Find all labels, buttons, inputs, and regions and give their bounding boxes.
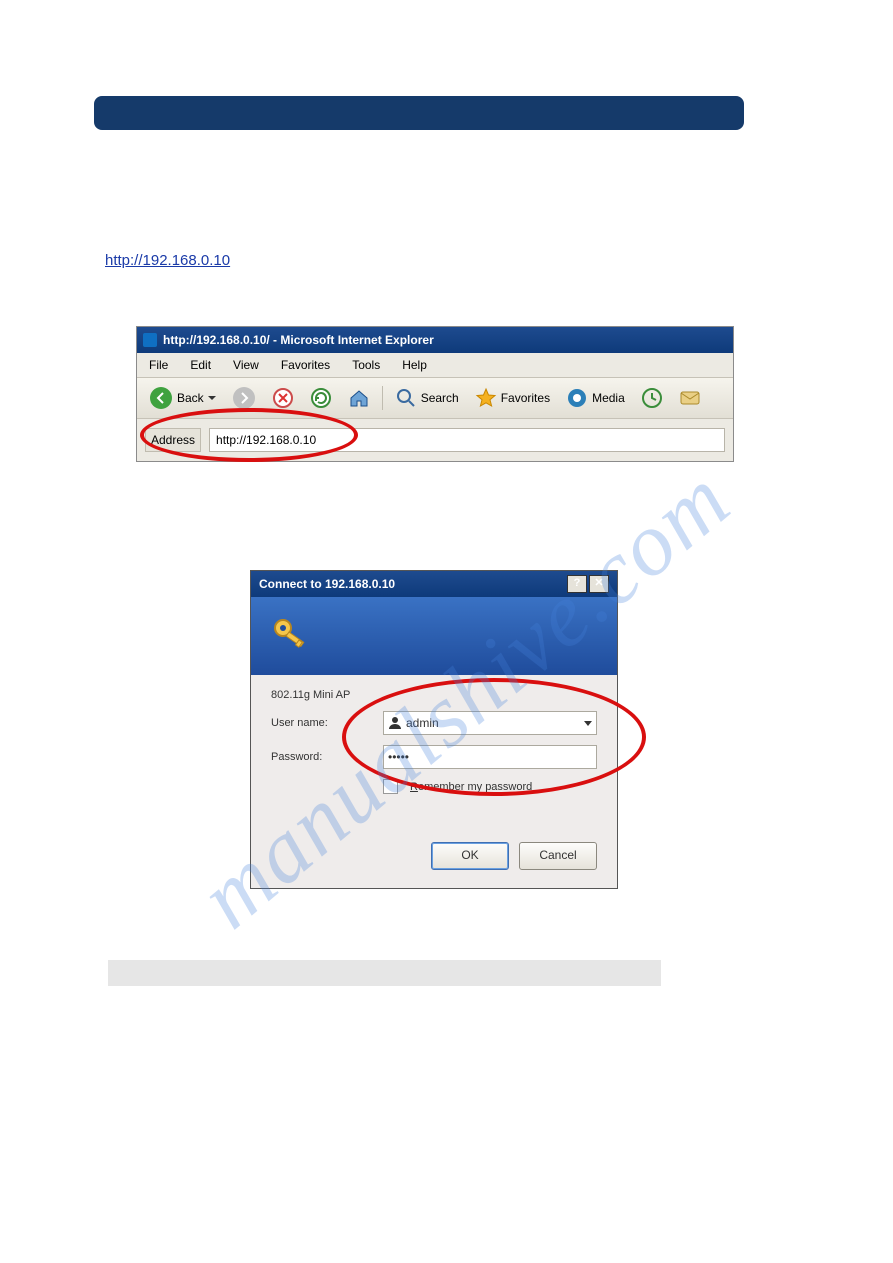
search-label: Search <box>421 391 459 405</box>
address-bar: Address http://192.168.0.10 <box>137 419 733 461</box>
url-link[interactable]: http://192.168.0.10 <box>105 252 230 269</box>
media-button[interactable]: Media <box>562 385 629 411</box>
favorites-button[interactable]: Favorites <box>471 385 554 411</box>
menu-file[interactable]: File <box>149 358 168 372</box>
username-field[interactable]: admin <box>383 711 597 735</box>
keys-icon <box>269 614 313 658</box>
note-box <box>108 960 661 986</box>
username-label: User name: <box>271 717 375 729</box>
browser-title-text: http://192.168.0.10/ - Microsoft Interne… <box>163 333 434 347</box>
remember-checkbox[interactable] <box>383 779 398 794</box>
auth-dialog: Connect to 192.168.0.10 ? ✕ 802.11g Mini… <box>250 570 618 889</box>
search-button[interactable]: Search <box>391 385 463 411</box>
browser-titlebar: http://192.168.0.10/ - Microsoft Interne… <box>137 327 733 353</box>
dialog-titlebar: Connect to 192.168.0.10 ? ✕ <box>251 571 617 597</box>
stop-button[interactable] <box>268 385 298 411</box>
address-label: Address <box>145 428 201 452</box>
dialog-banner <box>251 597 617 675</box>
media-label: Media <box>592 391 625 405</box>
menu-help[interactable]: Help <box>402 358 427 372</box>
close-icon[interactable]: ✕ <box>589 575 609 593</box>
body-paragraph: http://192.168.0.10 <box>105 160 735 273</box>
password-field[interactable]: ••••• <box>383 745 597 769</box>
chevron-down-icon[interactable] <box>584 721 592 726</box>
forward-button[interactable] <box>228 384 260 412</box>
browser-window: http://192.168.0.10/ - Microsoft Interne… <box>136 326 734 462</box>
help-button[interactable]: ? <box>567 575 587 593</box>
mail-button[interactable] <box>675 385 705 411</box>
refresh-button[interactable] <box>306 385 336 411</box>
menu-edit[interactable]: Edit <box>190 358 211 372</box>
menu-view[interactable]: View <box>233 358 259 372</box>
back-button[interactable]: Back <box>145 384 220 412</box>
browser-toolbar: Back Search Favorites <box>137 378 733 419</box>
section-heading-bar <box>94 96 744 130</box>
browser-menu-bar[interactable]: File Edit View Favorites Tools Help <box>137 353 733 378</box>
menu-favorites[interactable]: Favorites <box>281 358 330 372</box>
password-value: ••••• <box>388 750 409 764</box>
username-value: admin <box>406 716 439 730</box>
dialog-body: 802.11g Mini AP User name: admin Passwor… <box>251 675 617 884</box>
password-label: Password: <box>271 751 375 763</box>
cancel-button[interactable]: Cancel <box>519 842 597 870</box>
history-button[interactable] <box>637 385 667 411</box>
ok-button[interactable]: OK <box>431 842 509 870</box>
document-page: http://192.168.0.10 http://192.168.0.10/… <box>0 0 893 1263</box>
home-button[interactable] <box>344 385 374 411</box>
favorites-label: Favorites <box>501 391 550 405</box>
realm-label: 802.11g Mini AP <box>271 689 597 701</box>
address-input[interactable]: http://192.168.0.10 <box>209 428 725 452</box>
menu-tools[interactable]: Tools <box>352 358 380 372</box>
dialog-title-text: Connect to 192.168.0.10 <box>259 577 395 591</box>
back-label: Back <box>177 391 204 405</box>
remember-label[interactable]: Remember my password <box>410 781 532 793</box>
ie-icon <box>143 333 157 347</box>
user-icon <box>388 716 402 730</box>
